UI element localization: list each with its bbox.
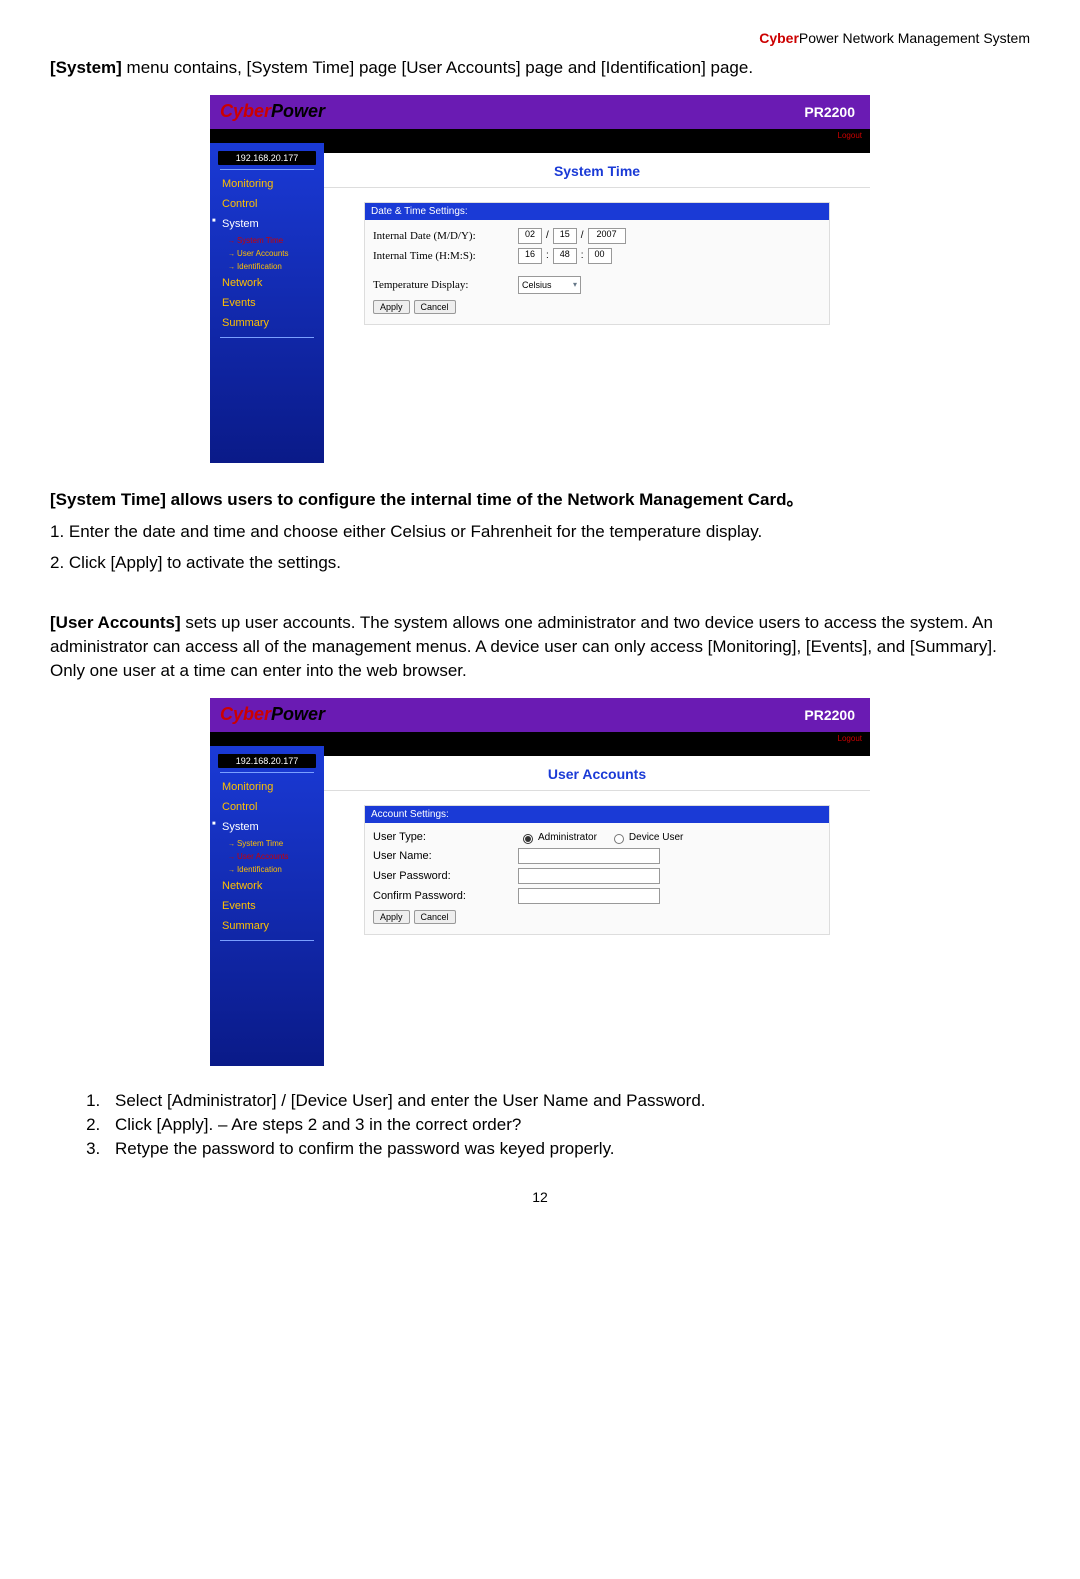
label-password: User Password: <box>373 870 518 882</box>
divider <box>220 169 314 170</box>
page-number: 12 <box>50 1189 1030 1205</box>
content-area: User Accounts Account Settings: User Typ… <box>324 746 870 1066</box>
nav-control[interactable]: Control <box>210 194 324 214</box>
tabbar <box>324 746 870 756</box>
label-temp: Temperature Display: <box>373 279 518 291</box>
sidebar: 192.168.20.177 Monitoring Control System… <box>210 746 324 1066</box>
nav-system[interactable]: System <box>210 817 324 837</box>
logo: CyberPower <box>210 101 340 122</box>
nav-events[interactable]: Events <box>210 293 324 313</box>
apply-button[interactable]: Apply <box>373 300 410 314</box>
sidebar: 192.168.20.177 Monitoring Control System… <box>210 143 324 463</box>
model-label: PR2200 <box>340 707 870 723</box>
panel-heading: Account Settings: <box>365 806 829 823</box>
date-month-input[interactable]: 02 <box>518 228 542 244</box>
page-title: User Accounts <box>324 756 870 791</box>
section-system-time-desc: [System Time] allows users to configure … <box>50 488 1030 512</box>
time-sec-input[interactable]: 00 <box>588 248 612 264</box>
content-area: System Time Date & Time Settings: Intern… <box>324 143 870 463</box>
page-title: System Time <box>324 153 870 188</box>
divider <box>220 772 314 773</box>
settings-panel: Date & Time Settings: Internal Date (M/D… <box>364 202 830 325</box>
nav-control[interactable]: Control <box>210 797 324 817</box>
logo: CyberPower <box>210 704 340 725</box>
subnav-user-accounts[interactable]: User Accounts <box>210 247 324 260</box>
subnav-user-accounts[interactable]: User Accounts <box>210 850 324 863</box>
topbar: CyberPower PR2200 <box>210 698 870 732</box>
cancel-button[interactable]: Cancel <box>414 300 456 314</box>
time-min-input[interactable]: 48 <box>553 248 577 264</box>
subnav-identification[interactable]: Identification <box>210 863 324 876</box>
label-user-name: User Name: <box>373 850 518 862</box>
panel-heading: Date & Time Settings: <box>365 203 829 220</box>
nav-monitoring[interactable]: Monitoring <box>210 174 324 194</box>
password-input[interactable] <box>518 868 660 884</box>
list-item: Retype the password to confirm the passw… <box>105 1139 1030 1159</box>
divider <box>220 940 314 941</box>
nav-events[interactable]: Events <box>210 896 324 916</box>
logout-bar: Logout <box>210 129 870 143</box>
radio-administrator[interactable] <box>523 834 533 844</box>
screenshot-user-accounts: CyberPower PR2200 Logout 192.168.20.177 … <box>210 698 870 1066</box>
step-line: 1. Enter the date and time and choose ei… <box>50 520 1030 544</box>
radio-device-user[interactable] <box>614 834 624 844</box>
ip-address: 192.168.20.177 <box>218 151 316 165</box>
section-user-accounts-desc: [User Accounts] sets up user accounts. T… <box>50 611 1030 682</box>
list-item: Click [Apply]. – Are steps 2 and 3 in th… <box>105 1115 1030 1135</box>
nav-system[interactable]: System <box>210 214 324 234</box>
nav-summary[interactable]: Summary <box>210 313 324 333</box>
date-day-input[interactable]: 15 <box>553 228 577 244</box>
nav-monitoring[interactable]: Monitoring <box>210 777 324 797</box>
subnav-identification[interactable]: Identification <box>210 260 324 273</box>
temp-dropdown[interactable]: Celsius ▾ <box>518 276 581 294</box>
chevron-down-icon: ▾ <box>573 280 577 289</box>
screenshot-system-time: CyberPower PR2200 Logout 192.168.20.177 … <box>210 95 870 463</box>
doc-header: CyberPower Network Management System <box>50 30 1030 46</box>
divider <box>220 337 314 338</box>
model-label: PR2200 <box>340 104 870 120</box>
tabbar <box>324 143 870 153</box>
cancel-button[interactable]: Cancel <box>414 910 456 924</box>
topbar: CyberPower PR2200 <box>210 95 870 129</box>
logout-link[interactable]: Logout <box>838 734 862 743</box>
list-item: Select [Administrator] / [Device User] a… <box>105 1091 1030 1111</box>
subnav-system-time[interactable]: System Time <box>210 234 324 247</box>
subnav-system-time[interactable]: System Time <box>210 837 324 850</box>
ip-address: 192.168.20.177 <box>218 754 316 768</box>
nav-network[interactable]: Network <box>210 876 324 896</box>
nav-summary[interactable]: Summary <box>210 916 324 936</box>
brand-rest: Power Network Management System <box>799 30 1030 46</box>
account-panel: Account Settings: User Type: Administrat… <box>364 805 830 935</box>
label-confirm-password: Confirm Password: <box>373 890 518 902</box>
confirm-password-input[interactable] <box>518 888 660 904</box>
nav-network[interactable]: Network <box>210 273 324 293</box>
intro-paragraph: [System] menu contains, [System Time] pa… <box>50 56 1030 80</box>
label-time: Internal Time (H:M:S): <box>373 250 518 262</box>
date-year-input[interactable]: 2007 <box>588 228 626 244</box>
logout-bar: Logout <box>210 732 870 746</box>
time-hour-input[interactable]: 16 <box>518 248 542 264</box>
label-user-type: User Type: <box>373 831 518 843</box>
apply-button[interactable]: Apply <box>373 910 410 924</box>
label-date: Internal Date (M/D/Y): <box>373 230 518 242</box>
step-line: 2. Click [Apply] to activate the setting… <box>50 551 1030 575</box>
steps-list: Select [Administrator] / [Device User] a… <box>50 1091 1030 1159</box>
logout-link[interactable]: Logout <box>838 131 862 140</box>
brand-red: Cyber <box>759 30 799 46</box>
user-name-input[interactable] <box>518 848 660 864</box>
